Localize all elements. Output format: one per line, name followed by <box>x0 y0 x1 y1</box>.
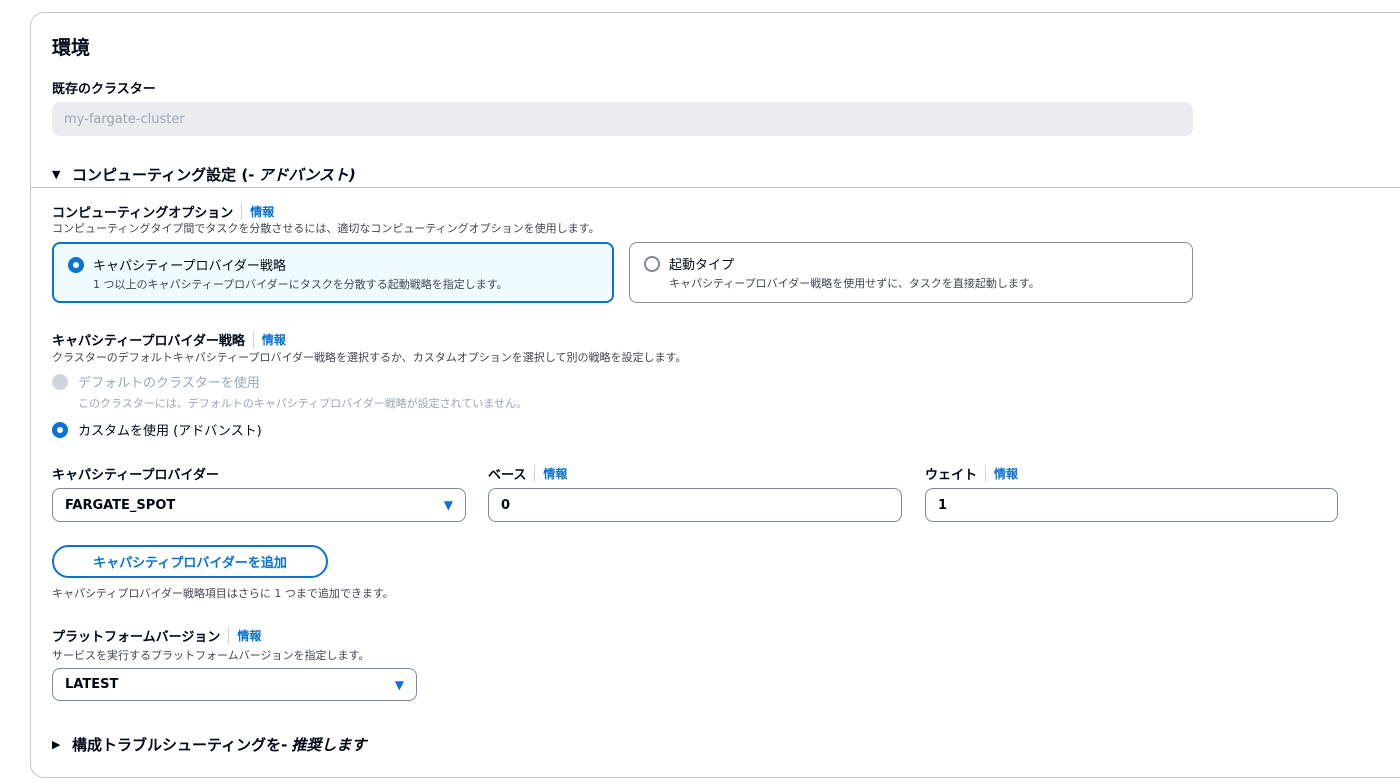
option-label: カスタムを使用 (アドバンスト) <box>78 424 262 439</box>
radio-empty-icon <box>644 255 660 272</box>
platform-version-value: LATEST <box>65 677 119 692</box>
add-provider-hint: キャパシティプロバイダー戦略項目はさらに 1 つまで追加できます。 <box>52 587 394 600</box>
troubleshooting-suffix: 推奨します <box>291 736 367 754</box>
tile-title: キャパシティープロバイダー戦略 <box>93 259 286 274</box>
compute-settings-title: コンピューティング設定 (- <box>72 166 255 184</box>
compute-option-label: コンピューティングオプション <box>52 206 234 221</box>
platform-header: プラットフォームバージョン 情報 <box>52 626 261 645</box>
weight-label: ウェイト <box>925 468 978 483</box>
troubleshooting-title: 構成トラブルシューティングを- <box>72 736 288 754</box>
capacity-provider-select[interactable]: FARGATE_SPOT ▼ <box>52 488 466 522</box>
caret-down-icon: ▼ <box>52 168 61 181</box>
platform-description: サービスを実行するプラットフォームバージョンを指定します。 <box>52 649 370 662</box>
tile-description: 1 つ以上のキャパシティープロバイダーにタスクを分散する起動戦略を指定します。 <box>93 278 508 291</box>
weight-info-link[interactable]: 情報 <box>985 465 1018 482</box>
troubleshooting-toggle[interactable]: ▶ 構成トラブルシューティングを- 推奨します <box>52 734 366 755</box>
section-title: 環境 <box>52 37 91 59</box>
weight-value: 1 <box>938 497 948 513</box>
base-label: ベース <box>488 468 527 483</box>
compute-option-header: コンピューティングオプション 情報 <box>52 202 274 221</box>
strategy-option-custom[interactable]: カスタムを使用 (アドバンスト) <box>52 420 262 439</box>
strategy-option-default: デフォルトのクラスターを使用 <box>52 372 260 391</box>
weight-header: ウェイト 情報 <box>925 464 1018 483</box>
strategy-option-default-description: このクラスターには、デフォルトのキャパシティプロバイダー戦略が設定されていません… <box>78 397 528 410</box>
add-capacity-provider-button[interactable]: キャパシティプロバイダーを追加 <box>52 545 328 578</box>
strategy-description: クラスターのデフォルトキャパシティープロバイダー戦略を選択するか、カスタムオプシ… <box>52 351 687 364</box>
tile-description: キャパシティープロバイダー戦略を使用せずに、タスクを直接起動します。 <box>669 277 1040 290</box>
weight-input[interactable]: 1 <box>925 488 1338 522</box>
compute-option-description: コンピューティングタイプ間でタスクを分散させるには、適切なコンピューティングオプ… <box>52 222 600 235</box>
radio-selected-icon <box>52 421 68 438</box>
divider <box>31 187 1400 188</box>
tile-launch-type[interactable]: 起動タイプ キャパシティープロバイダー戦略を使用せずに、タスクを直接起動します。 <box>629 242 1193 303</box>
base-header: ベース 情報 <box>488 464 567 483</box>
radio-selected-icon <box>68 256 84 273</box>
platform-label: プラットフォームバージョン <box>52 630 221 645</box>
strategy-header: キャパシティープロバイダー戦略 情報 <box>52 330 286 349</box>
add-capacity-provider-label: キャパシティプロバイダーを追加 <box>93 556 287 571</box>
tile-capacity-provider-strategy[interactable]: キャパシティープロバイダー戦略 1 つ以上のキャパシティープロバイダーにタスクを… <box>52 242 614 303</box>
existing-cluster-field: my-fargate-cluster <box>52 102 1193 136</box>
base-value: 0 <box>501 497 511 513</box>
compute-settings-suffix: アドバンスト) <box>258 166 356 184</box>
capacity-provider-value: FARGATE_SPOT <box>65 497 176 513</box>
strategy-info-link[interactable]: 情報 <box>252 331 286 348</box>
base-info-link[interactable]: 情報 <box>534 465 567 482</box>
caret-down-icon: ▼ <box>443 498 453 512</box>
platform-version-select[interactable]: LATEST ▼ <box>52 668 417 701</box>
radio-disabled-icon <box>52 373 68 390</box>
compute-option-info-link[interactable]: 情報 <box>241 203 274 220</box>
capacity-provider-label: キャパシティープロバイダー <box>52 468 219 483</box>
tile-title: 起動タイプ <box>669 258 735 273</box>
existing-cluster-label: 既存のクラスター <box>52 82 156 97</box>
existing-cluster-value: my-fargate-cluster <box>64 111 185 127</box>
caret-down-icon: ▼ <box>394 677 404 692</box>
caret-right-icon: ▶ <box>52 738 61 751</box>
platform-info-link[interactable]: 情報 <box>228 627 261 644</box>
base-input[interactable]: 0 <box>488 488 902 522</box>
strategy-label: キャパシティープロバイダー戦略 <box>52 334 245 349</box>
option-label: デフォルトのクラスターを使用 <box>78 376 260 391</box>
compute-settings-toggle[interactable]: ▼ コンピューティング設定 (- アドバンスト) <box>52 164 356 185</box>
